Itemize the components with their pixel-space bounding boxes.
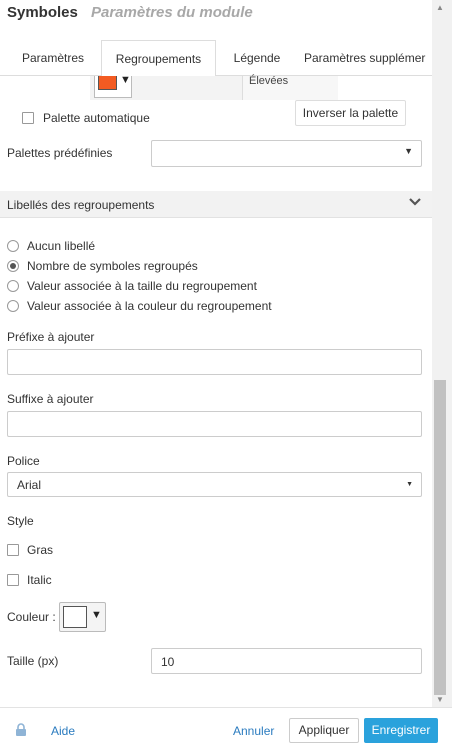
font-label: Police [7,454,40,468]
auto-palette-checkbox[interactable] [22,112,34,124]
palette-class-label: Élevées [242,75,338,100]
radio-valeur-couleur[interactable] [7,300,19,312]
apply-button[interactable]: Appliquer [289,718,359,743]
size-value: 10 [161,655,175,669]
palette-color-row: ▼ [90,74,242,100]
label-color-picker[interactable]: ▼ [59,602,106,632]
bold-checkbox[interactable] [7,544,19,556]
palette-color-swatch [98,76,117,90]
italic-label: Italic [27,573,52,587]
radio-valeur-couleur-label: Valeur associée à la couleur du regroupe… [27,299,272,313]
label-color-label: Couleur : [7,610,56,624]
scroll-down-arrow-icon[interactable]: ▼ [436,695,444,704]
radio-nombre-symboles[interactable] [7,260,19,272]
invert-palette-button[interactable]: Inverser la palette [295,100,406,126]
module-subtitle: Paramètres du module [91,4,253,21]
module-title: Symboles [7,4,78,21]
tab-bar: Paramètres Regroupements Légende Paramèt… [0,40,432,77]
help-link[interactable]: Aide [51,724,75,738]
labels-section-title: Libellés des regroupements [7,198,155,212]
prefix-label: Préfixe à ajouter [7,330,95,344]
dropdown-arrow-icon: ▼ [406,481,413,488]
predefined-palettes-label: Palettes prédéfinies [7,146,113,160]
caret-down-icon: ▼ [91,609,102,621]
predefined-palettes-select[interactable]: ▼ [151,140,422,167]
suffix-label: Suffixe à ajouter [7,392,94,406]
radio-valeur-taille-label: Valeur associée à la taille du regroupem… [27,279,257,293]
size-input[interactable]: 10 [151,648,422,674]
tab-parametres[interactable]: Paramètres [14,40,92,76]
radio-valeur-taille[interactable] [7,280,19,292]
cancel-link[interactable]: Annuler [233,724,274,738]
italic-checkbox[interactable] [7,574,19,586]
labels-section-header[interactable]: Libellés des regroupements [0,191,432,218]
suffix-input[interactable] [7,411,422,437]
font-select[interactable]: Arial ▼ [7,472,422,497]
scroll-up-arrow-icon[interactable]: ▲ [436,3,444,12]
footer-bar: Aide Annuler Appliquer Enregistrer [0,707,452,751]
caret-down-icon: ▼ [120,74,131,86]
prefix-input[interactable] [7,349,422,375]
auto-palette-label: Palette automatique [43,111,150,125]
module-header: Symboles Paramètres du module [0,0,452,28]
palette-color-picker[interactable]: ▼ [94,74,132,98]
radio-nombre-symboles-label: Nombre de symboles regroupés [27,259,198,273]
scrollbar-thumb[interactable] [434,380,446,695]
radio-aucun-libelle-label: Aucun libellé [27,239,96,253]
chevron-down-icon [409,198,421,206]
tab-parametres-supplementaires[interactable]: Paramètres supplémer [304,40,432,76]
lock-icon[interactable] [15,723,27,737]
font-value: Arial [17,478,42,492]
save-button[interactable]: Enregistrer [364,718,438,743]
tab-regroupements[interactable]: Regroupements [101,40,216,77]
palette-class-text: Élevées [249,75,289,87]
radio-aucun-libelle[interactable] [7,240,19,252]
label-color-swatch [63,606,87,628]
style-label: Style [7,514,34,528]
bold-label: Gras [27,543,54,557]
size-label: Taille (px) [7,654,59,668]
tab-legende[interactable]: Légende [225,40,289,76]
dropdown-arrow-icon: ▼ [404,146,413,156]
